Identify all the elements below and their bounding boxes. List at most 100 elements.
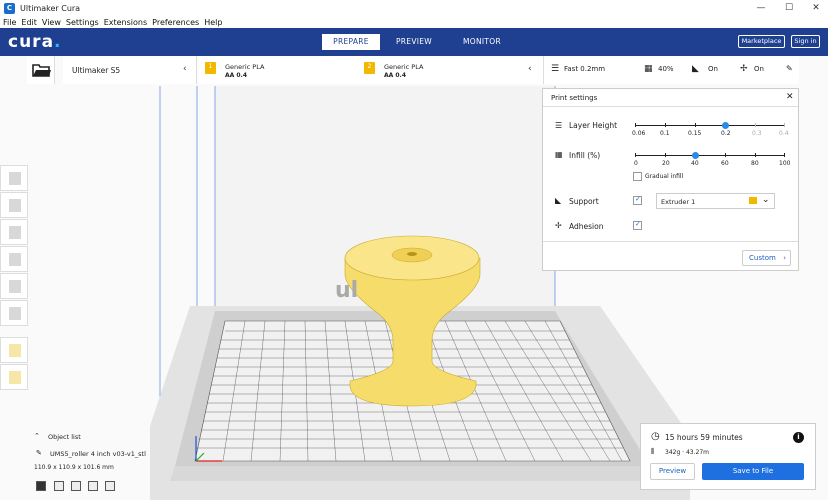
chevron-up-icon[interactable]: ⌃ (34, 432, 40, 440)
printer-selector[interactable]: Ultimaker S5 ‹ (63, 56, 197, 84)
folder-icon (32, 64, 51, 77)
infill-slider[interactable] (635, 155, 785, 156)
profile-icon: ☰ (551, 64, 560, 74)
layer-tick-label: 0.1 (660, 130, 670, 137)
gradual-infill-label: Gradual infill (645, 173, 684, 180)
title-bar: C Ultimaker Cura (0, 0, 828, 17)
view-top-icon[interactable] (71, 481, 81, 491)
infill-icon: ▦ (644, 64, 653, 74)
view-3d-icon[interactable] (36, 481, 46, 491)
custom-button[interactable]: Custom › (742, 250, 791, 266)
move-tool[interactable] (0, 165, 28, 191)
layer-height-label: Layer Height (569, 121, 618, 130)
extruder-1-tool-icon (9, 344, 21, 357)
layer-height-tick (784, 123, 785, 127)
clock-icon: ◷ (651, 431, 660, 442)
scale-icon (9, 199, 21, 212)
tab-monitor[interactable]: MONITOR (448, 34, 516, 50)
maximize-button[interactable]: ☐ (776, 0, 802, 17)
marketplace-button[interactable]: Marketplace (738, 35, 785, 48)
extruder-1-tool[interactable] (0, 337, 28, 363)
layer-height-slider[interactable] (635, 125, 785, 126)
custom-button-label: Custom (749, 254, 776, 262)
preview-button[interactable]: Preview (650, 463, 695, 480)
extruder-2-tool-icon (9, 371, 21, 384)
menu-view[interactable]: View (42, 18, 61, 27)
adhesion-label: Adhesion (569, 222, 604, 231)
object-file-name: UMS5_roller 4 inch v03-v1_stl (50, 450, 146, 458)
profile-name: Fast 0.2mm (564, 65, 606, 73)
infill-tick-label: 100 (779, 160, 791, 167)
adhesion-icon: ✢ (740, 64, 748, 74)
per-model-settings-icon (9, 280, 21, 293)
view-front-icon[interactable] (54, 481, 64, 491)
layer-tick-label: 0.06 (632, 130, 646, 137)
menu-settings[interactable]: Settings (66, 18, 99, 27)
tab-prepare[interactable]: PREPARE (322, 34, 380, 50)
extruder-2-tool[interactable] (0, 364, 28, 390)
object-dimensions: 110.9 x 110.9 x 101.6 mm (34, 464, 114, 471)
close-icon[interactable]: ✕ (786, 92, 794, 102)
infill-tick (755, 153, 756, 157)
adhesion-checkbox[interactable] (633, 220, 642, 230)
infill-knob[interactable] (692, 152, 699, 159)
menu-help[interactable]: Help (204, 18, 222, 27)
infill-tick-label: 40 (691, 160, 699, 167)
build-plate-logo: ul (335, 278, 359, 303)
support-icon: ◣ (555, 196, 562, 205)
view-right-icon[interactable] (105, 481, 115, 491)
move-icon (9, 172, 21, 185)
print-settings-selector[interactable]: ☰ Fast 0.2mm ▦ 40% ◣ On ✢ On ✎ (543, 56, 799, 84)
support-blocker-tool[interactable] (0, 300, 28, 326)
rotate-tool[interactable] (0, 219, 28, 245)
scale-tool[interactable] (0, 192, 28, 218)
open-file-button[interactable] (27, 56, 55, 84)
panel-divider (543, 241, 798, 242)
material-selector[interactable]: 1 Generic PLA AA 0.4 2 Generic PLA AA 0.… (198, 56, 543, 84)
tab-preview[interactable]: PREVIEW (380, 34, 448, 50)
sign-in-button[interactable]: Sign in (791, 35, 820, 48)
menu-extensions[interactable]: Extensions (104, 18, 147, 27)
support-checkbox[interactable] (633, 195, 642, 205)
support-label: Support (569, 197, 599, 206)
close-window-button[interactable]: ✕ (803, 0, 828, 17)
infill-icon: ▦ (555, 150, 563, 159)
layer-height-tick (635, 123, 636, 127)
menu-file[interactable]: File (3, 18, 16, 27)
support-extruder-dropdown[interactable]: Extruder 1 ⌄ (656, 193, 775, 209)
layer-tick-label: 0.2 (721, 130, 731, 137)
mirror-tool[interactable] (0, 246, 28, 272)
infill-value: 40% (658, 65, 674, 73)
infill-tick (665, 153, 666, 157)
layer-height-tick (695, 123, 696, 127)
pencil-icon[interactable]: ✎ (36, 449, 42, 457)
infill-label: Infill (%) (569, 151, 601, 160)
infill-tick (635, 153, 636, 157)
chevron-left-icon: ‹ (183, 64, 187, 74)
material-spool-icon: ⦀ (651, 447, 655, 456)
menu-preferences[interactable]: Preferences (152, 18, 199, 27)
infill-tick-label: 20 (662, 160, 670, 167)
infill-tick-label: 80 (751, 160, 759, 167)
gradual-infill-checkbox[interactable] (633, 172, 642, 181)
layer-height-icon: ☰ (555, 121, 563, 130)
infill-tick-label: 60 (721, 160, 729, 167)
extruder-2-icon: 2 (364, 62, 375, 74)
object-list-title[interactable]: Object list (48, 433, 81, 441)
per-model-settings-tool[interactable] (0, 273, 28, 299)
view-left-icon[interactable] (88, 481, 98, 491)
minimize-button[interactable]: — (748, 0, 774, 17)
layer-height-knob[interactable] (722, 122, 729, 129)
material-usage: 342g · 43.27m (665, 449, 710, 456)
extruder-color-icon (749, 197, 757, 204)
adhesion-icon: ✢ (555, 221, 562, 230)
cura-app-icon: C (4, 3, 15, 14)
info-icon[interactable]: i (793, 432, 804, 443)
menu-bar: File Edit View Settings Extensions Prefe… (0, 17, 828, 28)
print-time: 15 hours 59 minutes (665, 433, 743, 442)
save-to-file-button[interactable]: Save to File (702, 463, 804, 480)
layer-tick-label: 0.3 (752, 130, 762, 137)
printer-name: Ultimaker S5 (72, 66, 121, 75)
menu-edit[interactable]: Edit (21, 18, 37, 27)
pencil-icon: ✎ (786, 64, 793, 73)
